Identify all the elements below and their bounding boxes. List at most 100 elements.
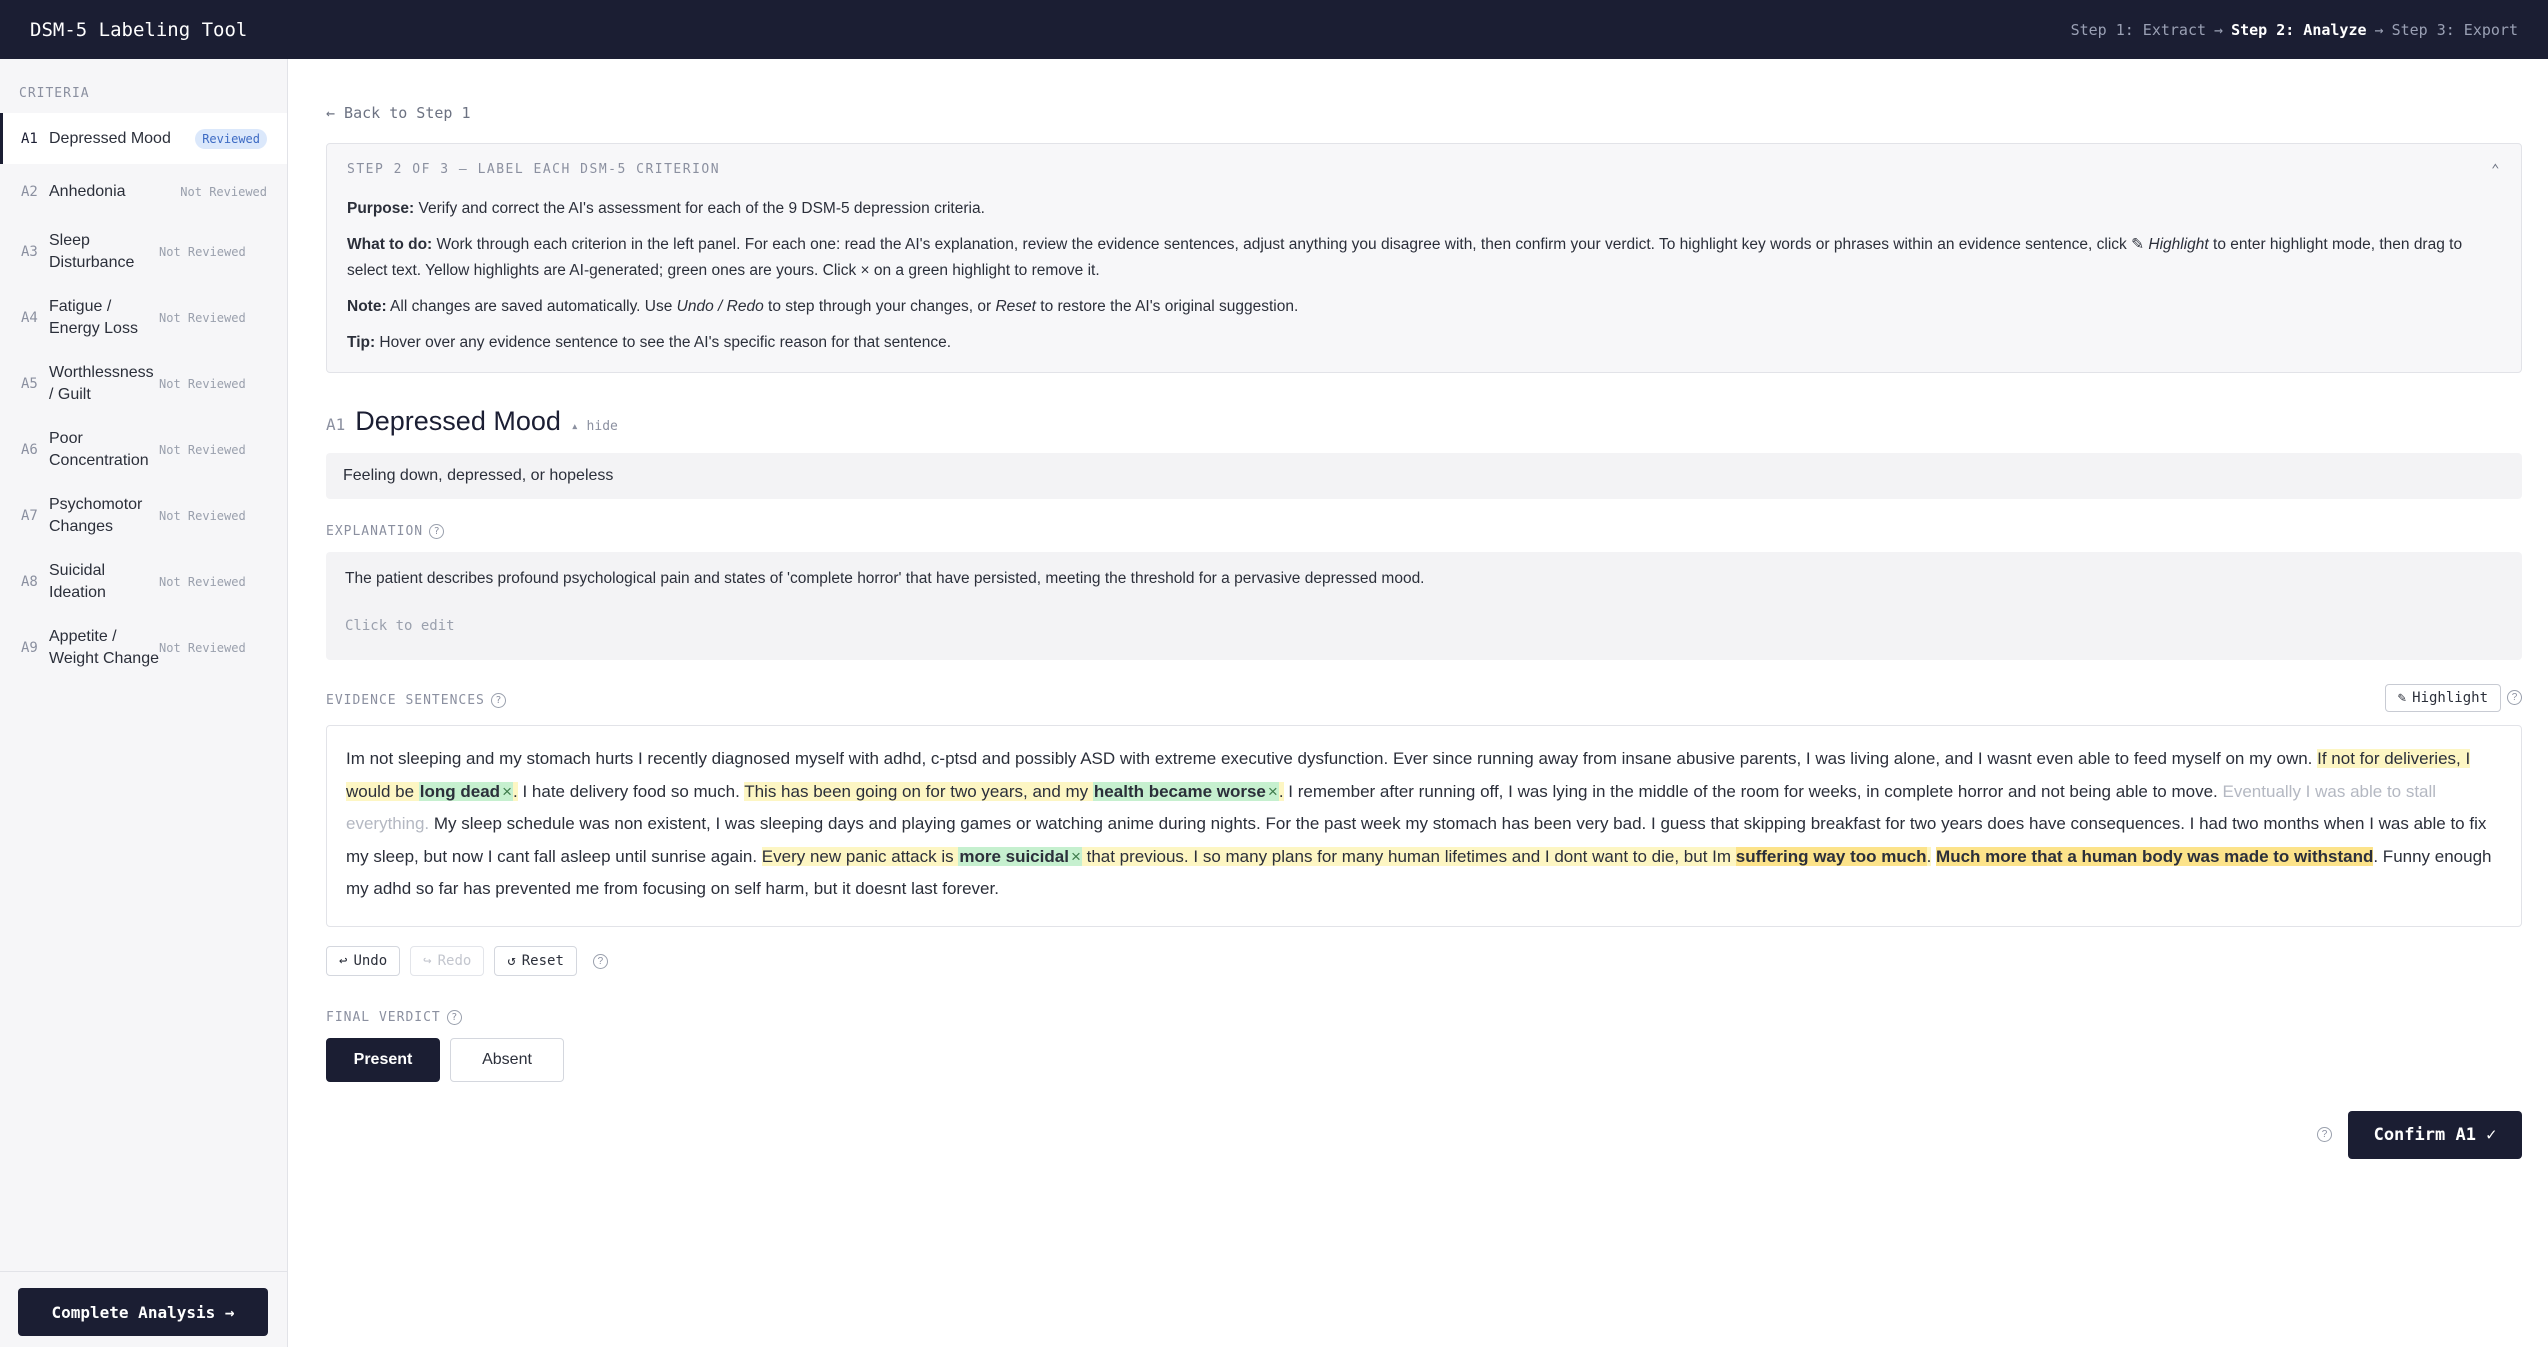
sidebar-item-a3[interactable]: A3 Sleep Disturbance Not Reviewed (0, 219, 287, 285)
explanation-label-row: EXPLANATION ? (326, 524, 445, 539)
redo-button[interactable]: ↪ Redo (410, 946, 485, 976)
criteria-sidebar: CRITERIA A1 Depressed Mood Reviewed A2 A… (0, 59, 288, 1347)
user-highlight-text: more suicidal (959, 846, 1069, 866)
criterion-code: A3 (21, 244, 38, 260)
tip-label: Tip: (347, 334, 376, 351)
explanation-editor[interactable]: The patient describes profound psycholog… (326, 552, 2522, 660)
ai-key-phrase[interactable]: Much more that a human body was made to … (1936, 846, 2374, 866)
user-highlight-text: health became worse (1093, 781, 1266, 801)
pencil-icon: ✎ (2131, 236, 2145, 253)
purpose-body: Verify and correct the AI's assessment f… (414, 200, 985, 217)
back-to-step1-link[interactable]: ← Back to Step 1 (326, 104, 471, 122)
explanation-text: The patient describes profound psycholog… (345, 570, 1425, 587)
criterion-label: Appetite / Weight Change (49, 628, 159, 667)
criterion-code: A2 (21, 183, 38, 200)
confirm-criterion-button[interactable]: Confirm A1 ✓ (2348, 1111, 2522, 1159)
remove-x-icon[interactable]: × (1071, 847, 1081, 866)
highlight-button[interactable]: ✎ Highlight (2384, 684, 2501, 712)
arrow-icon: → (2374, 20, 2384, 39)
highlight-button-label: Highlight (2412, 690, 2488, 706)
note-body: All changes are saved automatically. Use (386, 298, 677, 315)
click-to-edit-hint: Click to edit (345, 618, 455, 634)
note-label: Note: (347, 298, 387, 315)
remove-x-icon[interactable]: × (1268, 782, 1278, 801)
verdict-absent-button[interactable]: Absent (450, 1038, 564, 1082)
pencil-icon: ✎ (2397, 690, 2407, 706)
sidebar-item-a2[interactable]: A2 Anhedonia Not Reviewed (0, 164, 287, 219)
reset-icon: ↺ (507, 953, 516, 969)
status-badge: Reviewed (195, 128, 267, 149)
step-export[interactable]: Step 3: Export (2392, 21, 2518, 39)
criterion-label: Fatigue / Energy Loss (49, 298, 138, 337)
sentence-text: . (1926, 846, 1932, 866)
status-badge: Not Reviewed (159, 377, 246, 391)
user-highlight-text: long dead (419, 781, 501, 801)
criterion-label: Psychomotor Changes (49, 496, 143, 535)
help-icon[interactable]: ? (2317, 1127, 2332, 1142)
step-analyze[interactable]: Step 2: Analyze (2231, 21, 2366, 39)
user-highlight[interactable]: more suicidal × (958, 846, 1082, 866)
criterion-title: Depressed Mood (355, 406, 561, 436)
criterion-code: A6 (21, 442, 38, 458)
sidebar-item-a6[interactable]: A6 Poor Concentration Not Reviewed (0, 417, 287, 483)
remove-x-icon[interactable]: × (502, 782, 512, 801)
user-highlight[interactable]: health became worse × (1092, 781, 1279, 801)
verdict-options: Present Absent (326, 1038, 564, 1082)
help-icon[interactable]: ? (592, 953, 608, 969)
hide-toggle[interactable]: ▴ hide (571, 419, 618, 434)
criterion-code: A1 (21, 130, 38, 147)
undo-button[interactable]: ↩ Undo (326, 946, 401, 976)
criterion-label: Depressed Mood (49, 129, 171, 147)
redo-icon: ↪ (423, 953, 432, 969)
verdict-label: FINAL VERDICT (326, 1010, 441, 1025)
redo-label: Redo (437, 953, 472, 969)
ai-highlight-sentence[interactable]: This has been going on for two years, an… (744, 781, 1284, 801)
sidebar-item-a4[interactable]: A4 Fatigue / Energy Loss Not Reviewed (0, 285, 287, 351)
arrow-icon: → (2214, 20, 2224, 39)
status-badge: Not Reviewed (159, 311, 246, 325)
collapse-chevron-icon[interactable]: ⌃ (2491, 162, 2501, 178)
help-icon[interactable]: ? (446, 1010, 462, 1025)
criterion-label: Poor Concentration (49, 430, 149, 469)
evidence-plain: I hate delivery food so much. (517, 781, 745, 801)
step-extract[interactable]: Step 1: Extract (2071, 21, 2206, 39)
note-text: Note: All changes are saved automaticall… (347, 294, 2501, 320)
complete-analysis-button[interactable]: Complete Analysis → (18, 1288, 268, 1336)
criterion-code: A9 (21, 640, 38, 656)
undo-label: Undo (353, 953, 388, 969)
status-badge: Not Reviewed (159, 245, 246, 259)
sidebar-item-a8[interactable]: A8 Suicidal Ideation Not Reviewed (0, 549, 287, 615)
sidebar-footer: Complete Analysis → (0, 1271, 287, 1347)
tip-text: Tip: Hover over any evidence sentence to… (347, 330, 2501, 356)
criterion-code: A4 (21, 310, 38, 326)
help-icon[interactable]: ? (490, 693, 506, 708)
criterion-title-code: A1 (326, 415, 346, 434)
ai-highlight-sentence[interactable]: Every new panic attack is more suicidal ×… (761, 846, 1932, 866)
sidebar-item-a1[interactable]: A1 Depressed Mood Reviewed (0, 113, 287, 164)
criterion-code: A5 (21, 376, 38, 392)
help-icon[interactable]: ? (429, 524, 445, 539)
verdict-present-button[interactable]: Present (326, 1038, 440, 1082)
sentence-text: This has been going on for two years, an… (744, 781, 1093, 801)
reset-label: Reset (521, 953, 564, 969)
ai-key-phrase[interactable]: suffering way too much (1735, 846, 1927, 866)
sidebar-item-a7[interactable]: A7 Psychomotor Changes Not Reviewed (0, 483, 287, 549)
tip-body: Hover over any evidence sentence to see … (375, 334, 952, 351)
reset-button[interactable]: ↺ Reset (494, 946, 577, 976)
verdict-label-row: FINAL VERDICT ? (326, 1010, 462, 1025)
todo-label: What to do: (347, 236, 433, 253)
help-icon[interactable]: ? (2507, 690, 2522, 705)
todo-text: What to do: Work through each criterion … (347, 232, 2501, 284)
evidence-text[interactable]: Im not sleeping and my stomach hurts I r… (326, 725, 2522, 927)
sidebar-item-a9[interactable]: A9 Appetite / Weight Change Not Reviewed (0, 615, 287, 681)
sentence-text: that previous. I so many plans for many … (1081, 846, 1736, 866)
criterion-code: A8 (21, 574, 38, 590)
status-badge: Not Reviewed (159, 641, 246, 655)
criterion-code: A7 (21, 508, 38, 524)
app-title: DSM-5 Labeling Tool (30, 18, 248, 41)
top-bar: DSM-5 Labeling Tool Step 1: Extract → St… (0, 0, 2548, 59)
evidence-plain: Im not sleeping and my stomach hurts I r… (346, 749, 2318, 768)
user-highlight[interactable]: long dead × (418, 781, 513, 801)
note-body-3: to restore the AI's original suggestion. (1035, 298, 1299, 315)
sidebar-item-a5[interactable]: A5 Worthlessness / Guilt Not Reviewed (0, 351, 287, 417)
